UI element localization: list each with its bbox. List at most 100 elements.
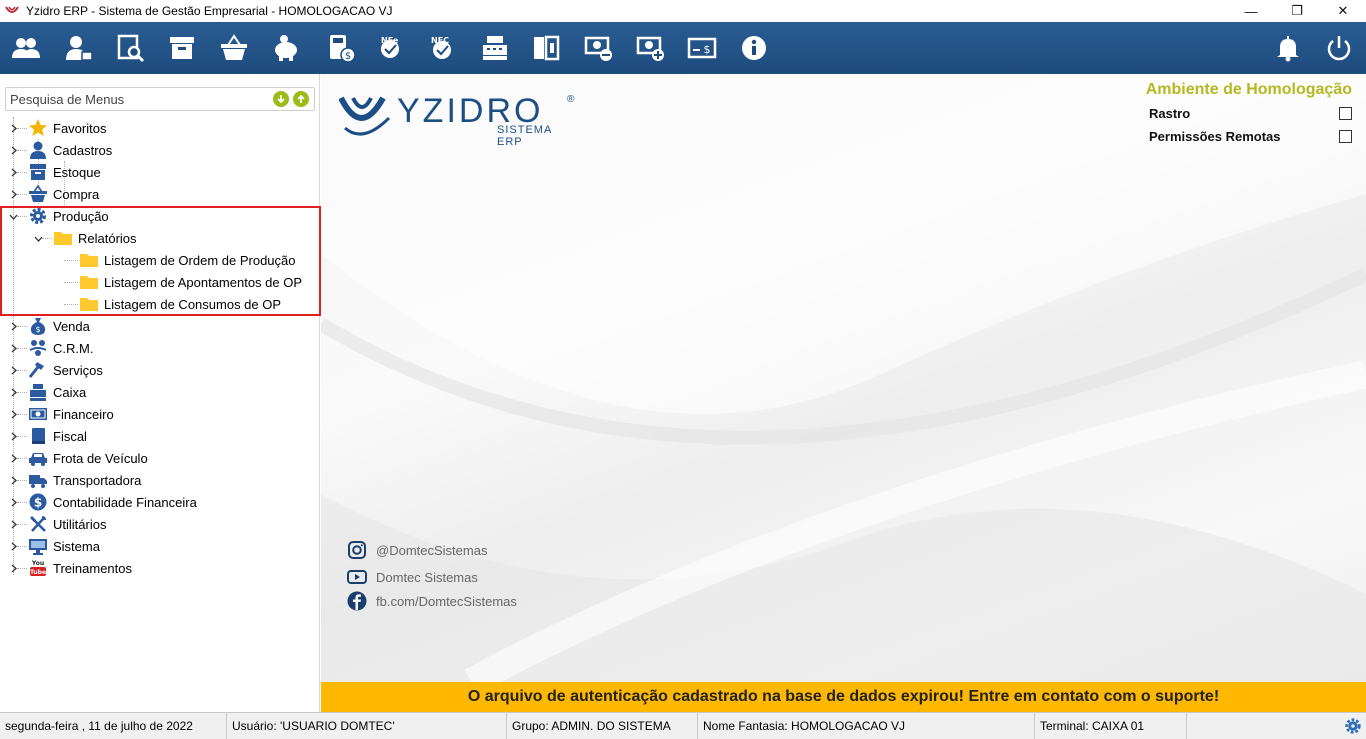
status-user: Usuário: 'USUARIO DOMTEC' [227,713,507,739]
svg-text:NFe: NFe [381,36,399,45]
menu-item-crm[interactable]: C.R.M. [28,337,93,359]
rastro-checkbox[interactable] [1339,107,1352,120]
expand-treinamentos[interactable] [8,563,18,573]
menu-item-financeiro[interactable]: Financeiro [28,403,114,425]
expand-sistema[interactable] [8,541,18,551]
basket-icon[interactable] [217,31,251,65]
menu-item-favoritos[interactable]: Favoritos [28,117,106,139]
dollar-coin-icon: $ [28,492,48,512]
power-icon[interactable] [1322,31,1356,65]
expand-contabilidade[interactable] [8,497,18,507]
users-icon[interactable] [9,31,43,65]
person-icon [28,140,48,160]
search-prev-button[interactable] [293,91,309,107]
calculator-money-icon[interactable]: $ [324,31,358,65]
menu-item-compra[interactable]: Compra [28,183,99,205]
menu-item-estoque[interactable]: Estoque [28,161,101,183]
window-title: Yzidro ERP - Sistema de Gestão Empresari… [26,4,393,18]
logo-subtitle: SISTEMA ERP [497,124,552,148]
star-icon [28,118,48,138]
bell-icon[interactable] [1271,31,1305,65]
menu-item-treinamentos[interactable]: You Tube Treinamentos [28,557,132,579]
svg-text:$: $ [345,51,351,62]
expand-caixa[interactable] [8,387,18,397]
expand-estoque[interactable] [8,167,18,177]
expand-utilitarios[interactable] [8,519,18,529]
expand-venda[interactable] [8,321,18,331]
social-facebook[interactable]: fb.com/DomtecSistemas [347,591,517,611]
menu-item-frota-veiculo[interactable]: Frota de Veículo [28,447,148,469]
yzidro-logo: YZIDRO ® SISTEMA ERP [338,90,579,148]
main-workspace: YZIDRO ® SISTEMA ERP Ambiente de Homolog… [321,74,1366,682]
minimize-button[interactable]: — [1228,0,1274,22]
status-terminal: Terminal: CAIXA 01 [1035,713,1187,739]
main-toolbar: $ NFe NFC $ [0,22,1366,74]
cash-register-icon[interactable] [478,31,512,65]
expand-financeiro[interactable] [8,409,18,419]
menu-item-venda[interactable]: $ Venda [28,315,90,337]
arrow-up-icon [297,94,305,103]
menu-item-caixa[interactable]: Caixa [28,381,86,403]
facebook-icon [347,591,367,611]
truck-icon [28,470,48,490]
hammer-icon [28,360,48,380]
car-icon [28,448,48,468]
user-card-icon[interactable] [62,31,96,65]
youtube-icon [347,570,367,584]
menu-item-cadastros[interactable]: Cadastros [28,139,112,161]
menu-item-contabilidade-financeira[interactable]: $ Contabilidade Financeira [28,491,197,513]
money-minus-icon[interactable] [582,31,616,65]
menu-search [5,87,315,111]
facebook-text: fb.com/DomtecSistemas [376,593,517,609]
restore-button[interactable]: ❐ [1274,0,1320,22]
menu-item-fiscal[interactable]: Fiscal [28,425,87,447]
permissoes-remotas-label: Permissões Remotas [1149,129,1281,144]
nfce-icon[interactable]: NFC [425,31,459,65]
producao-highlight-box [0,206,321,316]
option-rastro: Rastro [1149,106,1352,121]
money-icon [28,404,48,424]
money-plus-icon[interactable] [634,31,668,65]
close-button[interactable]: ✕ [1320,0,1366,22]
social-instagram[interactable]: @DomtecSistemas [347,540,487,560]
expand-servicos[interactable] [8,365,18,375]
title-bar: Yzidro ERP - Sistema de Gestão Empresari… [0,0,1366,22]
menu-search-input[interactable] [6,88,266,110]
expand-crm[interactable] [8,343,18,353]
expand-favoritos[interactable] [8,123,18,133]
door-icon[interactable] [529,31,563,65]
settings-gear-icon[interactable] [1344,717,1362,735]
menu-item-servicos[interactable]: Serviços [28,359,103,381]
menu-item-transportadora[interactable]: Transportadora [28,469,141,491]
pig-icon[interactable] [269,31,303,65]
expand-fiscal[interactable] [8,431,18,441]
archive-box-icon[interactable] [165,31,199,65]
svg-text:Tube: Tube [30,569,46,576]
card-money-icon[interactable]: $ [685,31,719,65]
menu-sidebar: Favoritos Cadastros Estoque Compra Produ… [0,74,320,712]
monitor-icon [28,536,48,556]
permissoes-remotas-checkbox[interactable] [1339,130,1352,143]
menu-item-sistema[interactable]: Sistema [28,535,100,557]
info-icon[interactable] [737,31,771,65]
youtube-icon: You Tube [28,558,48,578]
expand-frota[interactable] [8,453,18,463]
expand-transportadora[interactable] [8,475,18,485]
expand-compra[interactable] [8,189,18,199]
book-icon [28,426,48,446]
status-bar: segunda-feira , 11 de julho de 2022 Usuá… [0,712,1366,739]
expand-cadastros[interactable] [8,145,18,155]
social-youtube[interactable]: Domtec Sistemas [347,567,478,587]
people-icon [28,338,48,358]
app-logo-icon [5,6,19,13]
search-next-button[interactable] [273,91,289,107]
rastro-label: Rastro [1149,106,1191,121]
nfe-icon[interactable]: NFe [373,31,407,65]
menu-item-utilitarios[interactable]: Utilitários [28,513,106,535]
search-document-icon[interactable] [114,31,148,65]
environment-title: Ambiente de Homologação [1145,81,1352,98]
svg-text:NFC: NFC [431,36,449,45]
arrow-down-icon [277,95,285,104]
svg-text:$: $ [34,496,42,510]
svg-text:You: You [31,560,44,567]
